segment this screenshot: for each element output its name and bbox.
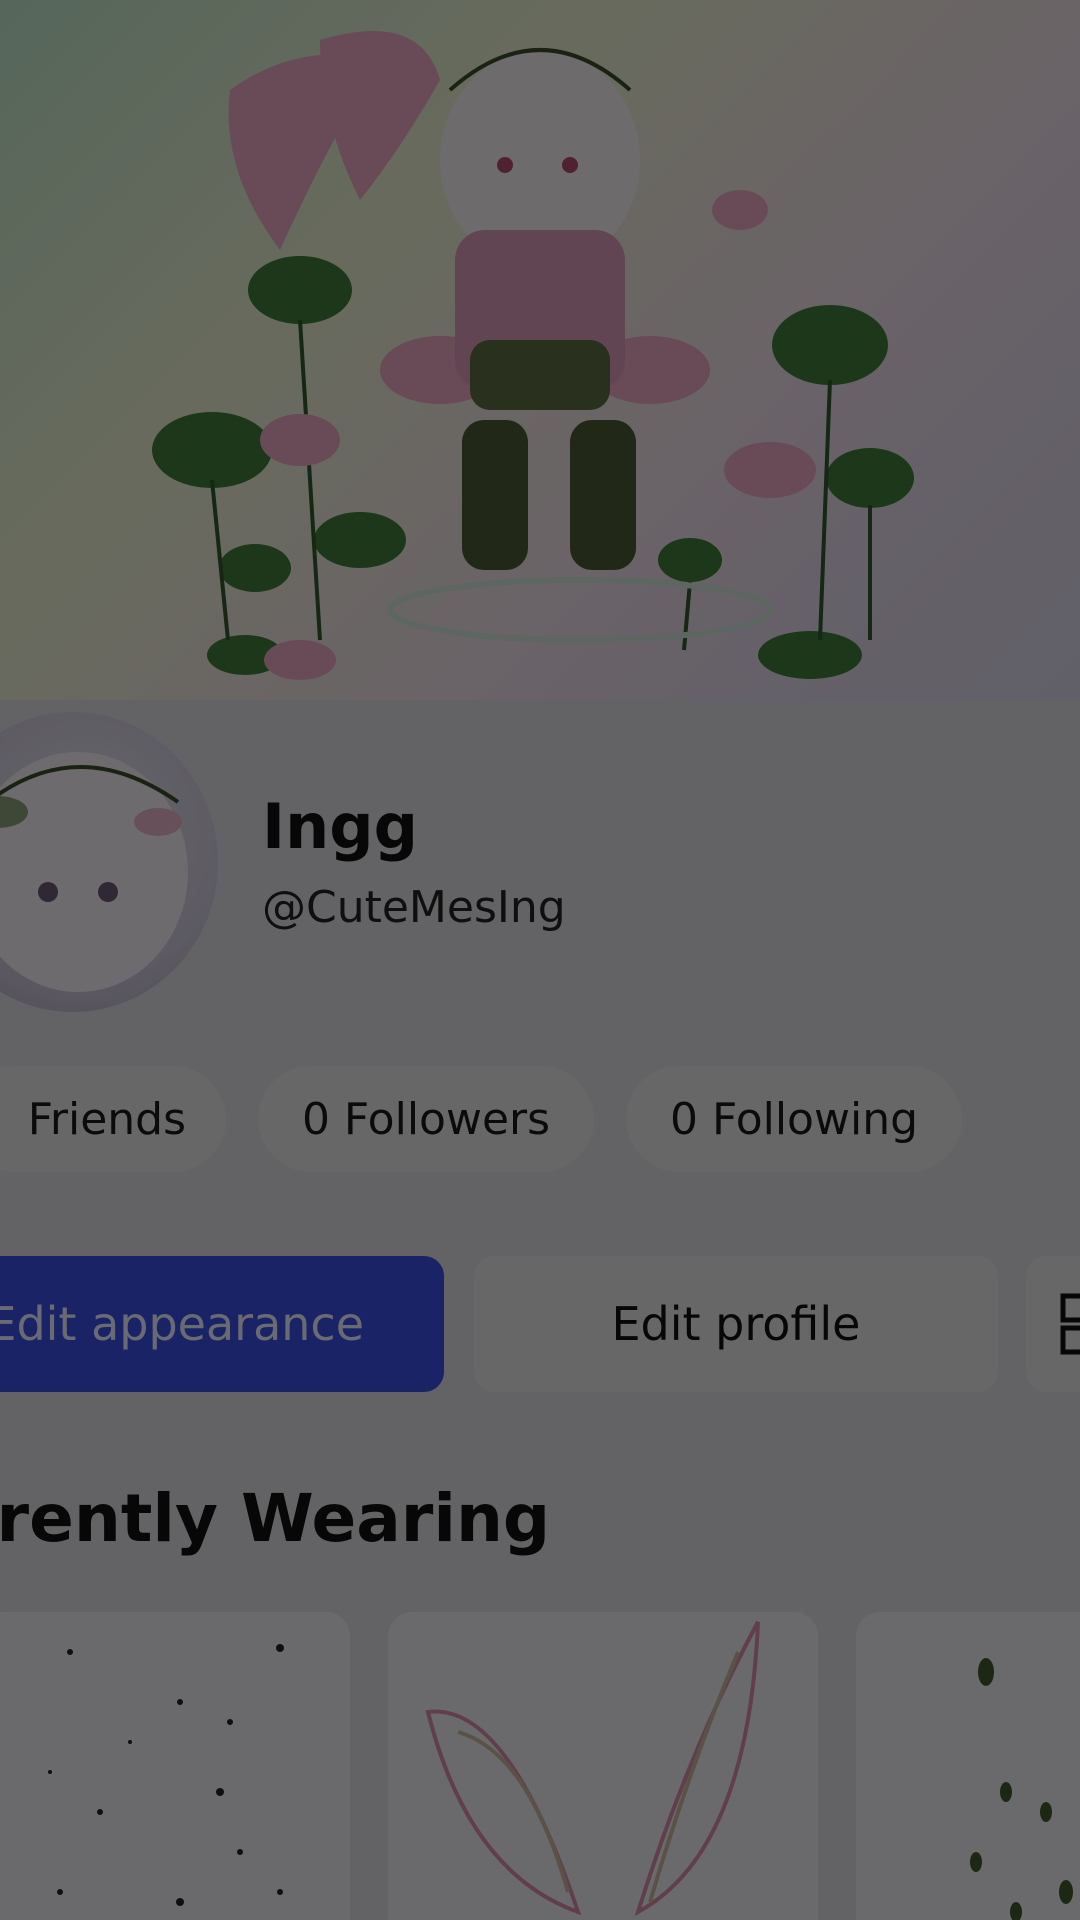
wearing-item-tile[interactable] <box>0 1612 350 1920</box>
edit-appearance-button[interactable]: Edit appearance <box>0 1256 444 1392</box>
avatar-render-image <box>152 31 914 680</box>
avatar-headshot-image <box>0 752 188 992</box>
friends-button[interactable]: Friends <box>0 1066 226 1172</box>
following-button[interactable]: 0 Following <box>626 1066 962 1172</box>
following-label: 0 Following <box>669 1093 919 1145</box>
avatar-banner <box>0 0 1080 700</box>
wearing-item-tile[interactable] <box>856 1612 1080 1920</box>
wearing-item-image <box>48 1644 284 1906</box>
wearing-item-tile[interactable] <box>388 1612 818 1920</box>
currently-wearing-title: rrently Wearing <box>0 1480 551 1557</box>
edit-appearance-label: Edit appearance <box>0 1297 364 1351</box>
profile-page: Ingg @CuteMesIng Friends 0 Followers 0 F… <box>0 0 1080 1920</box>
edit-profile-button[interactable]: Edit profile <box>474 1256 998 1392</box>
wearing-item-image <box>425 1621 760 1917</box>
more-options-button[interactable] <box>1026 1256 1080 1392</box>
grid-icon <box>1060 1293 1080 1355</box>
username: @CuteMesIng <box>262 882 566 933</box>
followers-button[interactable]: 0 Followers <box>258 1066 594 1172</box>
followers-label: 0 Followers <box>301 1093 551 1145</box>
edit-profile-label: Edit profile <box>611 1297 861 1351</box>
wearing-item-image <box>970 1658 1073 1920</box>
profile-avatar[interactable] <box>0 712 218 1012</box>
display-name: Ingg <box>262 790 418 863</box>
friends-label: Friends <box>27 1093 186 1145</box>
